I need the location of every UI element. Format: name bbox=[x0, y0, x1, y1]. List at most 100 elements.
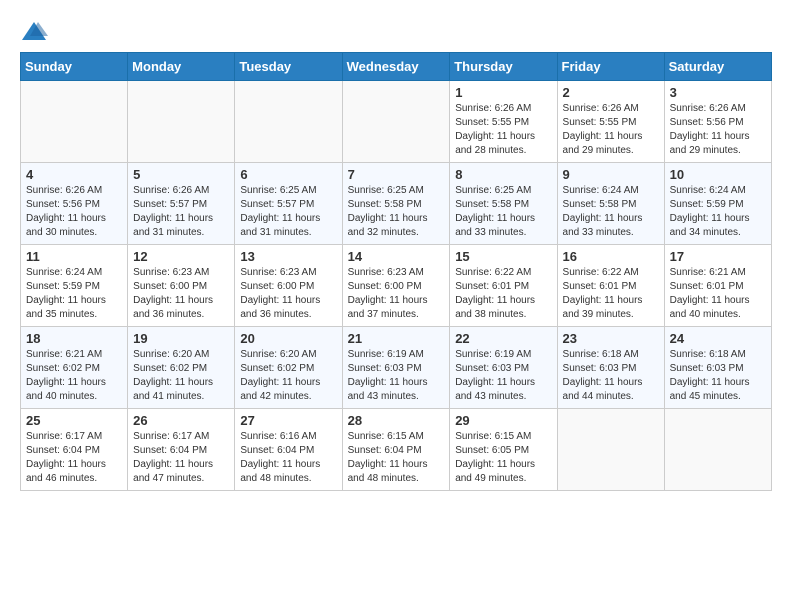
day-number: 1 bbox=[455, 85, 551, 100]
day-info: Sunrise: 6:19 AM Sunset: 6:03 PM Dayligh… bbox=[455, 348, 551, 404]
day-number: 12 bbox=[133, 249, 229, 264]
calendar-cell bbox=[664, 409, 771, 491]
calendar-cell bbox=[342, 81, 450, 163]
day-info: Sunrise: 6:24 AM Sunset: 5:59 PM Dayligh… bbox=[670, 184, 766, 240]
day-number: 4 bbox=[26, 167, 122, 182]
calendar-cell: 12 Sunrise: 6:23 AM Sunset: 6:00 PM Dayli… bbox=[128, 245, 235, 327]
day-info: Sunrise: 6:17 AM Sunset: 6:04 PM Dayligh… bbox=[133, 430, 229, 486]
day-number: 23 bbox=[563, 331, 659, 346]
weekday-header-sunday: Sunday bbox=[21, 53, 128, 81]
calendar-cell: 22Sunrise: 6:19 AM Sunset: 6:03 PM Dayli… bbox=[450, 327, 557, 409]
day-number: 24 bbox=[670, 331, 766, 346]
day-info: Sunrise: 6:23 AM Sunset: 6:00 PM Dayligh… bbox=[133, 266, 229, 322]
day-number: 9 bbox=[563, 167, 659, 182]
calendar-week-row: 11 Sunrise: 6:24 AM Sunset: 5:59 PM Dayli… bbox=[21, 245, 772, 327]
calendar-cell: 25 Sunrise: 6:17 AM Sunset: 6:04 PM Dayli… bbox=[21, 409, 128, 491]
calendar-cell: 7Sunrise: 6:25 AM Sunset: 5:58 PM Daylig… bbox=[342, 163, 450, 245]
day-number: 17 bbox=[670, 249, 766, 264]
day-info: Sunrise: 6:19 AM Sunset: 6:03 PM Dayligh… bbox=[348, 348, 445, 404]
calendar-cell: 24Sunrise: 6:18 AM Sunset: 6:03 PM Dayli… bbox=[664, 327, 771, 409]
page-header bbox=[20, 20, 772, 44]
day-number: 29 bbox=[455, 413, 551, 428]
calendar-cell: 14Sunrise: 6:23 AM Sunset: 6:00 PM Dayli… bbox=[342, 245, 450, 327]
logo bbox=[20, 20, 52, 44]
day-info: Sunrise: 6:26 AM Sunset: 5:55 PM Dayligh… bbox=[455, 102, 551, 158]
calendar-week-row: 1 Sunrise: 6:26 AM Sunset: 5:55 PM Daylig… bbox=[21, 81, 772, 163]
weekday-header-monday: Monday bbox=[128, 53, 235, 81]
day-number: 27 bbox=[240, 413, 336, 428]
calendar-table: SundayMondayTuesdayWednesdayThursdayFrid… bbox=[20, 52, 772, 491]
day-info: Sunrise: 6:22 AM Sunset: 6:01 PM Dayligh… bbox=[563, 266, 659, 322]
day-number: 3 bbox=[670, 85, 766, 100]
calendar-cell: 10 Sunrise: 6:24 AM Sunset: 5:59 PM Dayli… bbox=[664, 163, 771, 245]
calendar-cell: 4 Sunrise: 6:26 AM Sunset: 5:56 PM Daylig… bbox=[21, 163, 128, 245]
day-number: 2 bbox=[563, 85, 659, 100]
day-number: 19 bbox=[133, 331, 229, 346]
day-info: Sunrise: 6:26 AM Sunset: 5:57 PM Dayligh… bbox=[133, 184, 229, 240]
day-number: 7 bbox=[348, 167, 445, 182]
day-info: Sunrise: 6:24 AM Sunset: 5:58 PM Dayligh… bbox=[563, 184, 659, 240]
calendar-cell: 29 Sunrise: 6:15 AM Sunset: 6:05 PM Dayli… bbox=[450, 409, 557, 491]
calendar-week-row: 18 Sunrise: 6:21 AM Sunset: 6:02 PM Dayli… bbox=[21, 327, 772, 409]
weekday-header-row: SundayMondayTuesdayWednesdayThursdayFrid… bbox=[21, 53, 772, 81]
calendar-cell: 27 Sunrise: 6:16 AM Sunset: 6:04 PM Dayli… bbox=[235, 409, 342, 491]
calendar-cell: 23 Sunrise: 6:18 AM Sunset: 6:03 PM Dayli… bbox=[557, 327, 664, 409]
day-number: 26 bbox=[133, 413, 229, 428]
day-info: Sunrise: 6:23 AM Sunset: 6:00 PM Dayligh… bbox=[348, 266, 445, 322]
day-info: Sunrise: 6:16 AM Sunset: 6:04 PM Dayligh… bbox=[240, 430, 336, 486]
weekday-header-tuesday: Tuesday bbox=[235, 53, 342, 81]
day-number: 18 bbox=[26, 331, 122, 346]
day-info: Sunrise: 6:23 AM Sunset: 6:00 PM Dayligh… bbox=[240, 266, 336, 322]
day-info: Sunrise: 6:25 AM Sunset: 5:57 PM Dayligh… bbox=[240, 184, 336, 240]
day-info: Sunrise: 6:15 AM Sunset: 6:05 PM Dayligh… bbox=[455, 430, 551, 486]
weekday-header-friday: Friday bbox=[557, 53, 664, 81]
weekday-header-wednesday: Wednesday bbox=[342, 53, 450, 81]
day-info: Sunrise: 6:21 AM Sunset: 6:02 PM Dayligh… bbox=[26, 348, 122, 404]
day-number: 28 bbox=[348, 413, 445, 428]
calendar-cell bbox=[128, 81, 235, 163]
calendar-cell: 8Sunrise: 6:25 AM Sunset: 5:58 PM Daylig… bbox=[450, 163, 557, 245]
day-number: 25 bbox=[26, 413, 122, 428]
calendar-week-row: 4 Sunrise: 6:26 AM Sunset: 5:56 PM Daylig… bbox=[21, 163, 772, 245]
calendar-cell: 6 Sunrise: 6:25 AM Sunset: 5:57 PM Daylig… bbox=[235, 163, 342, 245]
calendar-cell: 20 Sunrise: 6:20 AM Sunset: 6:02 PM Dayli… bbox=[235, 327, 342, 409]
day-info: Sunrise: 6:18 AM Sunset: 6:03 PM Dayligh… bbox=[563, 348, 659, 404]
calendar-cell: 5 Sunrise: 6:26 AM Sunset: 5:57 PM Daylig… bbox=[128, 163, 235, 245]
calendar-cell: 16 Sunrise: 6:22 AM Sunset: 6:01 PM Dayli… bbox=[557, 245, 664, 327]
calendar-cell: 11 Sunrise: 6:24 AM Sunset: 5:59 PM Dayli… bbox=[21, 245, 128, 327]
calendar-cell: 17 Sunrise: 6:21 AM Sunset: 6:01 PM Dayli… bbox=[664, 245, 771, 327]
day-info: Sunrise: 6:26 AM Sunset: 5:56 PM Dayligh… bbox=[26, 184, 122, 240]
day-info: Sunrise: 6:15 AM Sunset: 6:04 PM Dayligh… bbox=[348, 430, 445, 486]
weekday-header-saturday: Saturday bbox=[664, 53, 771, 81]
calendar-week-row: 25 Sunrise: 6:17 AM Sunset: 6:04 PM Dayli… bbox=[21, 409, 772, 491]
day-info: Sunrise: 6:20 AM Sunset: 6:02 PM Dayligh… bbox=[240, 348, 336, 404]
day-number: 16 bbox=[563, 249, 659, 264]
day-info: Sunrise: 6:21 AM Sunset: 6:01 PM Dayligh… bbox=[670, 266, 766, 322]
calendar-cell: 3 Sunrise: 6:26 AM Sunset: 5:56 PM Daylig… bbox=[664, 81, 771, 163]
calendar-cell: 21 Sunrise: 6:19 AM Sunset: 6:03 PM Dayli… bbox=[342, 327, 450, 409]
day-info: Sunrise: 6:24 AM Sunset: 5:59 PM Dayligh… bbox=[26, 266, 122, 322]
day-number: 15 bbox=[455, 249, 551, 264]
calendar-cell: 19 Sunrise: 6:20 AM Sunset: 6:02 PM Dayli… bbox=[128, 327, 235, 409]
day-number: 21 bbox=[348, 331, 445, 346]
day-number: 20 bbox=[240, 331, 336, 346]
day-info: Sunrise: 6:20 AM Sunset: 6:02 PM Dayligh… bbox=[133, 348, 229, 404]
day-number: 10 bbox=[670, 167, 766, 182]
day-number: 13 bbox=[240, 249, 336, 264]
weekday-header-thursday: Thursday bbox=[450, 53, 557, 81]
calendar-cell: 26 Sunrise: 6:17 AM Sunset: 6:04 PM Dayli… bbox=[128, 409, 235, 491]
day-info: Sunrise: 6:22 AM Sunset: 6:01 PM Dayligh… bbox=[455, 266, 551, 322]
day-number: 6 bbox=[240, 167, 336, 182]
calendar-cell: 13 Sunrise: 6:23 AM Sunset: 6:00 PM Dayli… bbox=[235, 245, 342, 327]
day-number: 11 bbox=[26, 249, 122, 264]
calendar-cell: 9 Sunrise: 6:24 AM Sunset: 5:58 PM Daylig… bbox=[557, 163, 664, 245]
day-info: Sunrise: 6:26 AM Sunset: 5:56 PM Dayligh… bbox=[670, 102, 766, 158]
day-number: 5 bbox=[133, 167, 229, 182]
day-info: Sunrise: 6:17 AM Sunset: 6:04 PM Dayligh… bbox=[26, 430, 122, 486]
day-number: 8 bbox=[455, 167, 551, 182]
calendar-cell: 2Sunrise: 6:26 AM Sunset: 5:55 PM Daylig… bbox=[557, 81, 664, 163]
calendar-cell bbox=[21, 81, 128, 163]
calendar-cell: 15 Sunrise: 6:22 AM Sunset: 6:01 PM Dayli… bbox=[450, 245, 557, 327]
calendar-cell bbox=[235, 81, 342, 163]
calendar-cell: 28 Sunrise: 6:15 AM Sunset: 6:04 PM Dayli… bbox=[342, 409, 450, 491]
